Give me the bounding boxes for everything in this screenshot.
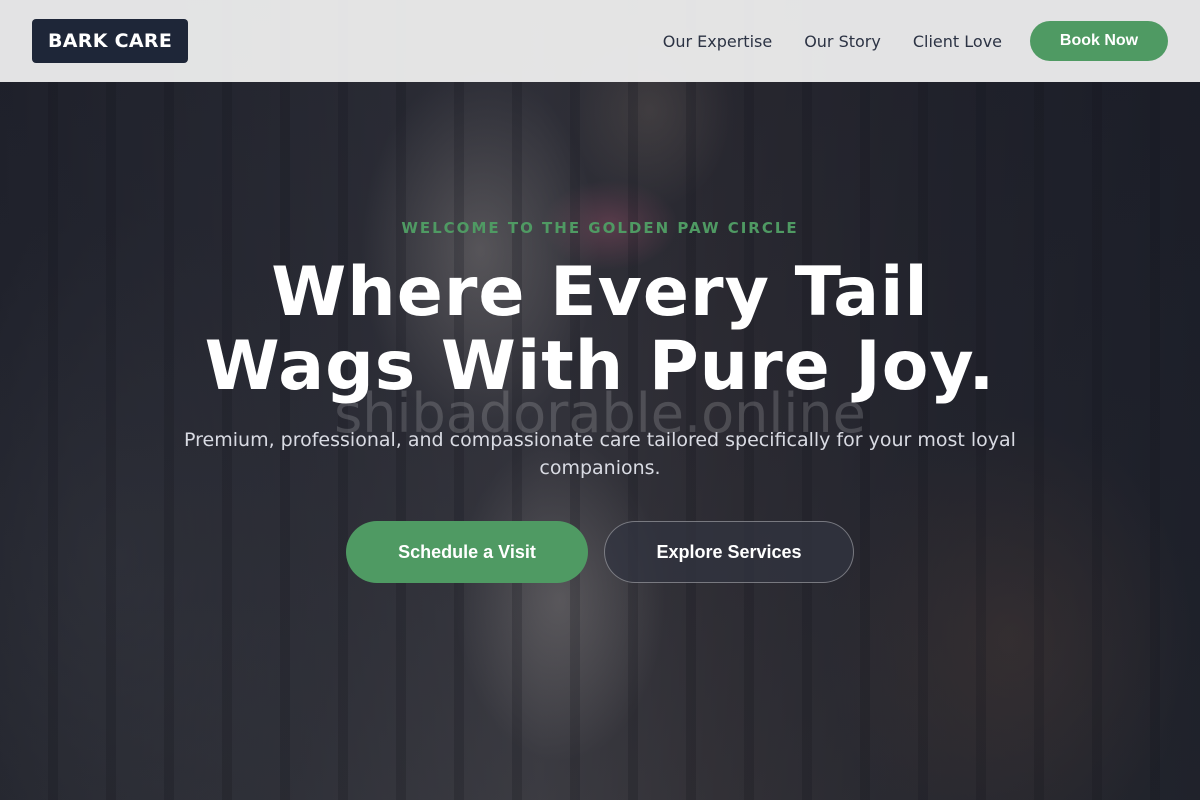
- explore-services-button[interactable]: Explore Services: [604, 521, 854, 583]
- schedule-visit-button[interactable]: Schedule a Visit: [346, 521, 588, 583]
- page: BARK CARE Our Expertise Our Story Client…: [0, 0, 1200, 800]
- hero-eyebrow: WELCOME TO THE GOLDEN PAW CIRCLE: [401, 219, 799, 237]
- hero-headline-line1: Where Every Tail: [271, 253, 929, 332]
- hero-section: WELCOME TO THE GOLDEN PAW CIRCLE Where E…: [0, 0, 1200, 800]
- nav-link-our-expertise[interactable]: Our Expertise: [663, 32, 772, 51]
- navbar: BARK CARE Our Expertise Our Story Client…: [0, 0, 1200, 82]
- logo[interactable]: BARK CARE: [32, 19, 189, 63]
- nav-link-our-story[interactable]: Our Story: [804, 32, 881, 51]
- nav-link-client-love[interactable]: Client Love: [913, 32, 1002, 51]
- hero-subtext: Premium, professional, and compassionate…: [184, 429, 1016, 479]
- book-now-button[interactable]: Book Now: [1030, 21, 1168, 61]
- nav-menu: Our Expertise Our Story Client Love Book…: [663, 21, 1168, 61]
